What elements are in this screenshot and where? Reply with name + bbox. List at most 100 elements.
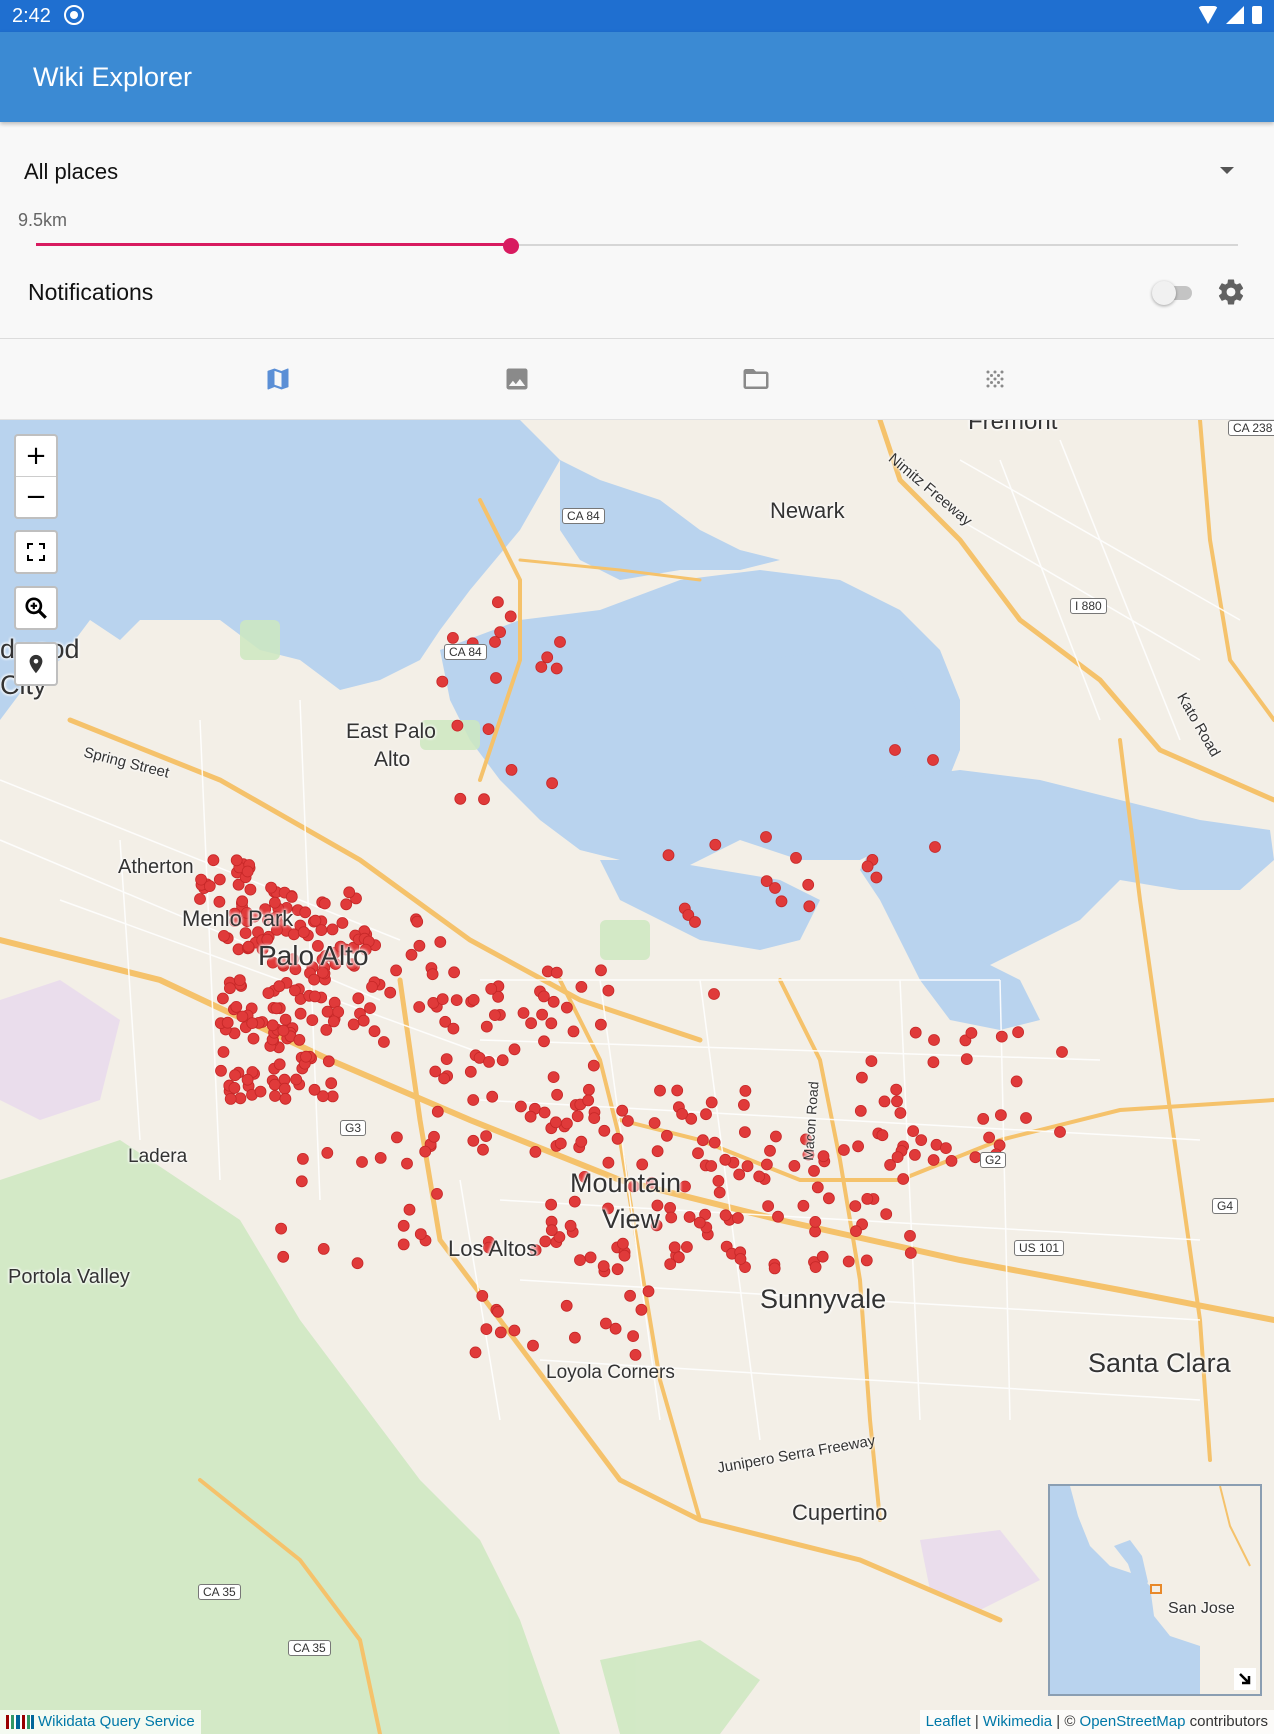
place-marker[interactable] [524, 1110, 537, 1123]
place-marker[interactable] [478, 793, 490, 806]
place-marker[interactable] [241, 865, 254, 878]
place-marker[interactable] [709, 838, 722, 851]
place-marker[interactable] [275, 1222, 288, 1235]
place-marker[interactable] [597, 1260, 610, 1273]
place-marker[interactable] [426, 968, 439, 981]
place-marker[interactable] [546, 777, 558, 790]
place-marker[interactable] [539, 1235, 552, 1248]
place-marker[interactable] [413, 1001, 426, 1013]
place-marker[interactable] [347, 1018, 360, 1031]
place-marker[interactable] [446, 631, 459, 644]
place-marker[interactable] [733, 1168, 746, 1181]
place-marker[interactable] [545, 1224, 558, 1237]
place-marker[interactable] [213, 873, 226, 886]
place-marker[interactable] [480, 1323, 493, 1335]
place-marker[interactable] [538, 990, 550, 1003]
place-marker[interactable] [306, 1014, 319, 1026]
place-marker[interactable] [854, 1105, 867, 1117]
place-marker[interactable] [909, 1149, 921, 1161]
place-marker[interactable] [515, 1100, 527, 1113]
place-marker[interactable] [491, 596, 504, 609]
place-marker[interactable] [485, 983, 498, 995]
place-marker[interactable] [308, 1083, 321, 1096]
place-marker[interactable] [451, 719, 464, 732]
place-marker[interactable] [469, 1346, 482, 1359]
place-marker[interactable] [708, 1136, 721, 1149]
place-marker[interactable] [241, 1073, 254, 1086]
settings-button[interactable] [1216, 277, 1246, 312]
place-marker[interactable] [856, 1071, 868, 1084]
place-marker[interactable] [321, 1147, 334, 1159]
place-marker[interactable] [221, 1016, 234, 1029]
place-marker[interactable] [809, 1216, 822, 1228]
place-marker[interactable] [496, 1054, 509, 1067]
place-marker[interactable] [689, 916, 701, 928]
place-marker[interactable] [436, 675, 449, 688]
place-marker[interactable] [285, 890, 298, 903]
place-marker[interactable] [567, 1025, 580, 1038]
place-marker[interactable] [288, 984, 301, 997]
place-marker[interactable] [467, 1094, 480, 1106]
place-marker[interactable] [617, 1237, 629, 1250]
place-marker[interactable] [811, 1181, 824, 1194]
place-marker[interactable] [215, 1064, 227, 1077]
place-marker[interactable] [494, 1326, 507, 1339]
place-marker[interactable] [308, 990, 321, 1003]
zoom-in-button[interactable]: + [16, 436, 56, 476]
place-marker[interactable] [870, 871, 883, 884]
place-marker[interactable] [561, 1001, 573, 1014]
place-marker[interactable] [904, 1230, 916, 1242]
place-marker[interactable] [207, 854, 220, 867]
radius-slider[interactable] [36, 238, 1238, 254]
place-marker[interactable] [738, 1099, 750, 1111]
place-marker[interactable] [278, 1082, 291, 1095]
place-marker[interactable] [611, 1263, 624, 1276]
place-marker[interactable] [611, 1132, 624, 1145]
place-marker[interactable] [419, 1145, 432, 1158]
place-marker[interactable] [849, 1200, 862, 1212]
place-marker[interactable] [852, 1140, 864, 1153]
place-marker[interactable] [244, 883, 257, 896]
place-marker[interactable] [790, 851, 802, 864]
place-marker[interactable] [1010, 1075, 1023, 1088]
place-marker[interactable] [588, 1112, 601, 1124]
place-marker[interactable] [230, 1001, 243, 1013]
place-marker[interactable] [436, 993, 449, 1005]
place-marker[interactable] [797, 1199, 810, 1212]
place-marker[interactable] [602, 984, 615, 997]
place-marker[interactable] [431, 1105, 444, 1118]
place-marker[interactable] [366, 981, 378, 993]
place-marker[interactable] [927, 1154, 940, 1166]
place-marker[interactable] [808, 1165, 820, 1177]
place-marker[interactable] [624, 1289, 636, 1302]
place-marker[interactable] [299, 906, 312, 919]
place-marker[interactable] [390, 964, 403, 977]
place-marker[interactable] [293, 1034, 306, 1046]
place-marker[interactable] [217, 930, 230, 942]
place-marker[interactable] [732, 1212, 744, 1224]
place-marker[interactable] [321, 1005, 334, 1018]
place-marker[interactable] [850, 1225, 862, 1237]
tab-cluster[interactable] [875, 339, 1115, 419]
place-marker[interactable] [618, 1249, 631, 1262]
place-marker[interactable] [673, 1251, 685, 1264]
place-marker[interactable] [434, 936, 447, 948]
place-marker[interactable] [629, 1349, 642, 1361]
place-marker[interactable] [397, 1219, 410, 1232]
place-marker[interactable] [368, 1025, 381, 1038]
place-marker[interactable] [661, 1129, 673, 1142]
place-marker[interactable] [541, 651, 554, 664]
place-marker[interactable] [517, 1007, 530, 1019]
place-marker[interactable] [467, 1134, 480, 1147]
place-marker[interactable] [357, 1014, 370, 1027]
place-marker[interactable] [322, 1055, 335, 1068]
place-marker[interactable] [929, 841, 941, 853]
place-marker[interactable] [229, 1069, 241, 1082]
place-marker[interactable] [351, 1257, 364, 1270]
wikidata-attribution[interactable]: Wikidata Query Service [0, 1710, 201, 1734]
place-marker[interactable] [762, 1200, 774, 1212]
place-marker[interactable] [268, 1078, 281, 1091]
map-view[interactable]: Fremont Newark dwood City East Palo Alto… [0, 420, 1274, 1734]
place-marker[interactable] [803, 900, 816, 913]
place-marker[interactable] [769, 882, 781, 894]
